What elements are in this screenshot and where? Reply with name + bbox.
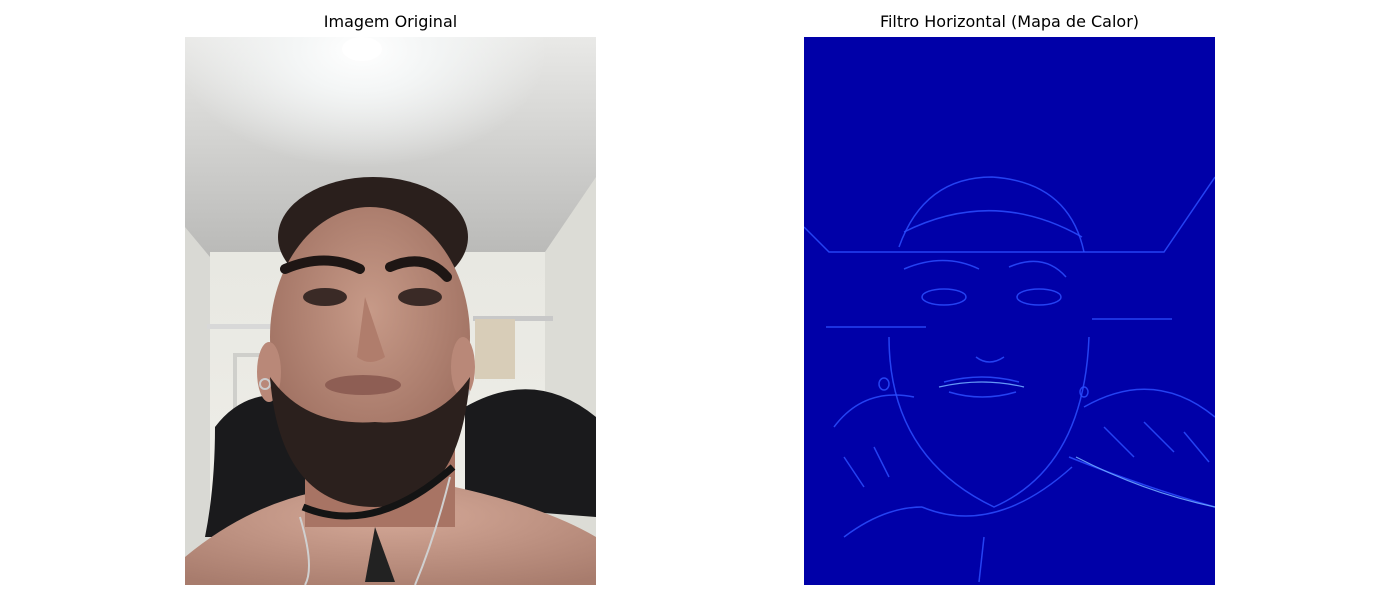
heatmap-drawing xyxy=(804,37,1215,585)
original-image xyxy=(185,37,596,585)
original-image-title: Imagem Original xyxy=(323,12,458,31)
original-photo-drawing xyxy=(185,37,596,585)
heatmap-image xyxy=(804,37,1215,585)
heatmap-image-title: Filtro Horizontal (Mapa de Calor) xyxy=(879,12,1140,31)
